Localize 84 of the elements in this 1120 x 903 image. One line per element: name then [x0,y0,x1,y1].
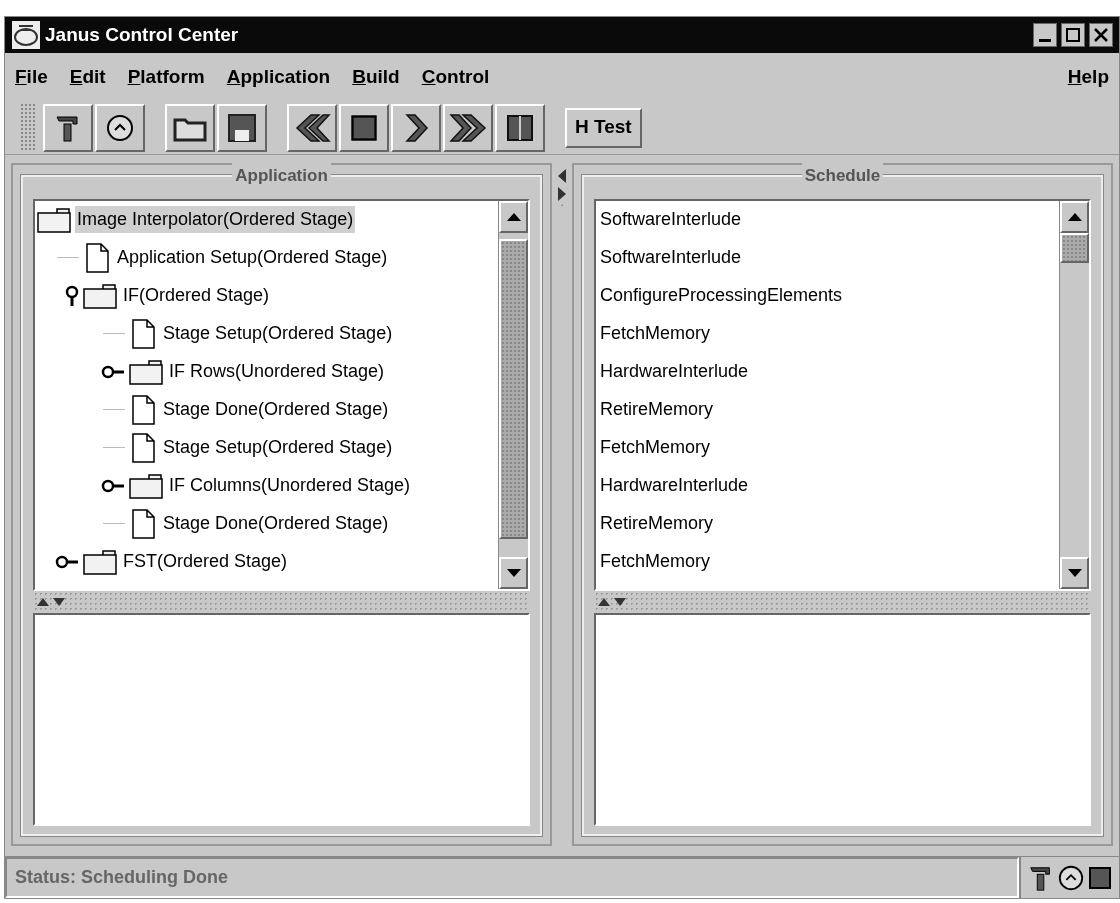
split-pane-icon [506,113,534,142]
up-arrow-icon[interactable] [598,597,610,606]
scrollbar-thumb[interactable] [499,238,528,539]
schedule-item[interactable]: FetchMemory [600,542,1059,581]
schedule-item[interactable]: FetchMemory [600,428,1059,467]
app-logo-icon [11,20,41,50]
folder-icon [83,282,117,309]
schedule-item[interactable]: SoftwareInterlude [600,200,1059,239]
menu-item[interactable]: Help [1067,62,1109,92]
up-arrow-icon [506,212,521,221]
status-text: Status: Scheduling Done [15,866,228,889]
close-icon [1094,28,1108,42]
document-icon [83,242,111,273]
tree-item[interactable]: IF Rows(Unordered Stage) [167,358,387,385]
collapsed-handle-icon[interactable] [101,478,125,493]
document-icon [129,318,157,349]
scrollbar-thumb[interactable] [1060,232,1089,263]
minimize-icon [1039,39,1051,42]
expanded-handle-icon[interactable] [65,284,79,307]
double-chevron-left-icon [293,112,331,143]
menu-item[interactable]: Control [421,62,490,92]
folder-icon [129,472,163,499]
menu-item[interactable]: Application [226,62,331,92]
down-arrow-icon [506,568,521,577]
save-button[interactable] [217,103,267,152]
chevron-right-icon [403,112,429,143]
schedule-item[interactable]: FetchMemory [600,314,1059,353]
schedule-item[interactable]: ConfigureProcessingElements [600,276,1059,315]
document-icon [129,508,157,539]
scroll-up-button[interactable] [1060,200,1089,233]
tree-item[interactable]: Stage Setup(Ordered Stage) [161,434,395,461]
down-arrow-icon [1067,568,1082,577]
stop-button[interactable] [339,103,389,152]
maximize-icon [1066,28,1080,42]
collapsed-handle-icon[interactable] [101,364,125,379]
folder-icon [37,206,71,233]
step-button[interactable] [391,103,441,152]
stop-icon [349,112,379,143]
schedule-item[interactable]: RetireMemory [600,390,1059,429]
dial-button[interactable] [95,103,145,152]
menu-item[interactable]: Platform [127,62,205,92]
document-icon [129,432,157,463]
collapsed-handle-icon[interactable] [55,554,79,569]
open-button[interactable] [165,103,215,152]
fast-forward-button[interactable] [443,103,493,152]
right-arrow-icon[interactable] [558,187,566,201]
schedule-item[interactable]: RetireMemory [600,504,1059,543]
tree-item[interactable]: Image Interpolator(Ordered Stage) [75,206,356,233]
document-icon [129,394,157,425]
down-arrow-icon[interactable] [53,597,65,606]
folder-icon [129,358,163,385]
tree-item[interactable]: Stage Setup(Ordered Stage) [161,320,395,347]
folder-icon [83,548,117,575]
close-button[interactable] [1089,23,1113,47]
left-arrow-icon[interactable] [558,169,566,183]
menu-item[interactable]: Build [352,62,400,92]
test-button[interactable]: H Test [565,107,642,148]
tree-item[interactable]: Application Setup(Ordered Stage) [115,244,390,271]
minimize-button[interactable] [1033,23,1057,47]
tree-item[interactable]: IF Columns(Unordered Stage) [167,472,413,499]
menu-item[interactable]: File [15,62,48,92]
up-arrow-icon [1067,212,1082,221]
double-chevron-right-icon [449,112,487,143]
pause-button[interactable] [495,103,545,152]
tree-item[interactable]: Stage Done(Ordered Stage) [161,396,391,423]
stop-icon [1087,864,1113,891]
menu-item[interactable]: Edit [69,62,106,92]
maximize-button[interactable] [1061,23,1085,47]
schedule-item[interactable]: HardwareInterlude [600,466,1059,505]
scroll-down-button[interactable] [499,556,528,589]
clock-dial-icon [105,112,135,143]
schedule-item[interactable]: SoftwareInterlude [600,238,1059,277]
window-title: Janus Control Center [45,22,240,47]
schedule-item[interactable]: HardwareInterlude [600,352,1059,391]
scroll-down-button[interactable] [1060,556,1089,589]
build-button[interactable] [43,103,93,152]
tree-item[interactable]: IF(Ordered Stage) [121,282,272,309]
scroll-up-button[interactable] [499,200,528,233]
clock-dial-icon [1057,863,1085,892]
tree-item[interactable]: Stage Done(Ordered Stage) [161,510,391,537]
rewind-button[interactable] [287,103,337,152]
tree-item[interactable]: FST(Ordered Stage) [121,548,290,575]
down-arrow-icon[interactable] [614,597,626,606]
up-arrow-icon[interactable] [37,597,49,606]
